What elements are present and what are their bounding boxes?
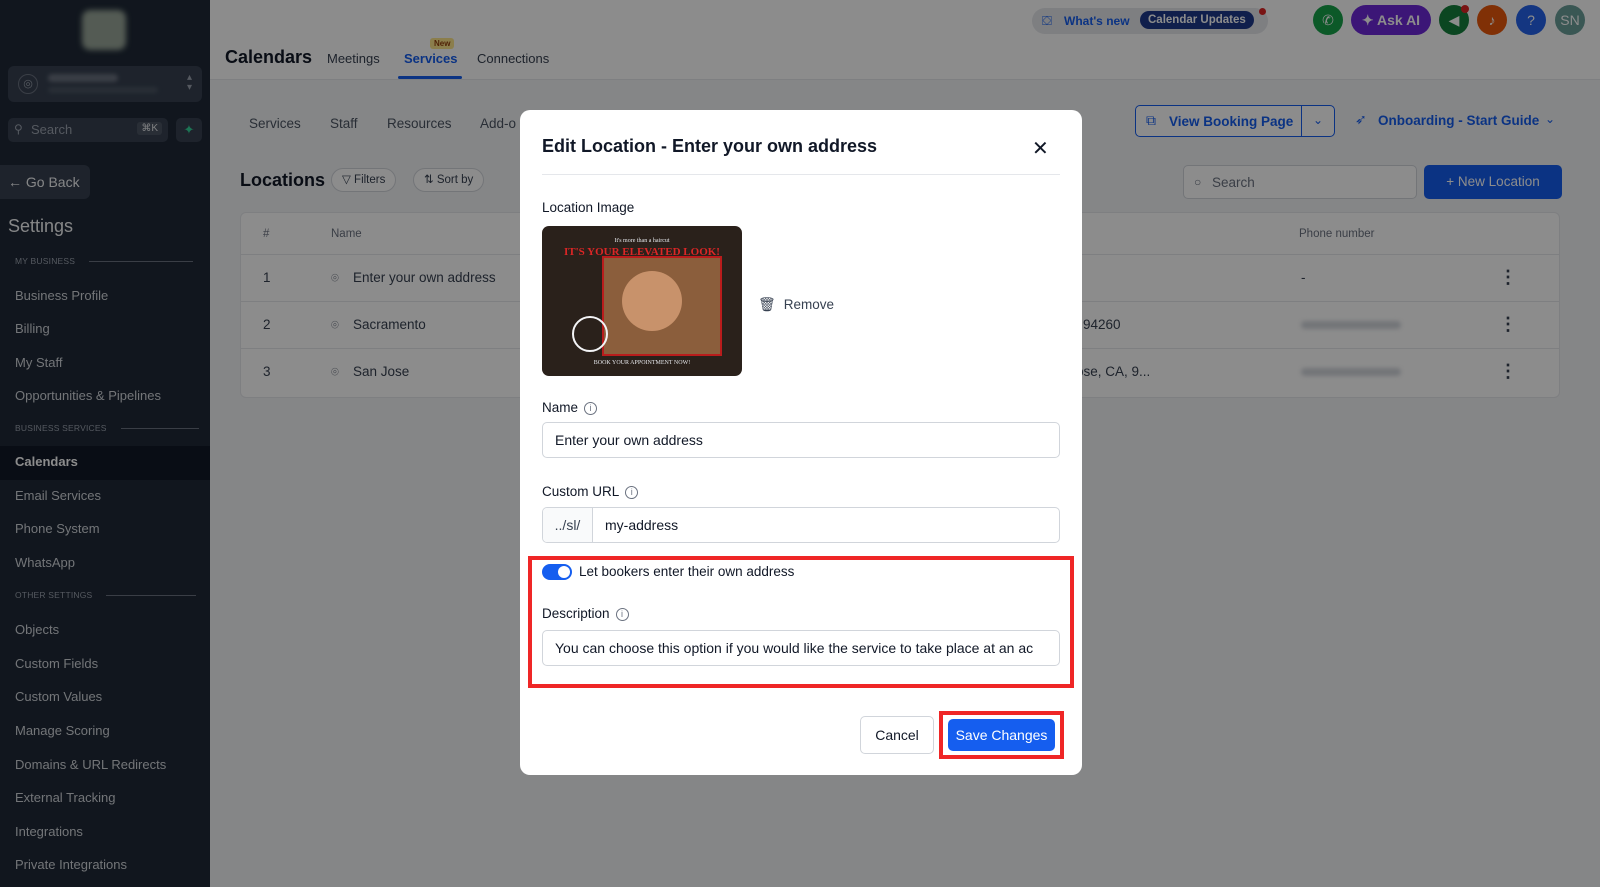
highlight-box-address-section bbox=[528, 556, 1074, 688]
location-image-label: Location Image bbox=[542, 200, 635, 215]
custom-url-prefix: ../sl/ bbox=[543, 508, 593, 542]
image-caption-top: It's more than a haircut bbox=[614, 238, 670, 244]
image-caption-bottom: BOOK YOUR APPOINTMENT NOW! bbox=[593, 360, 691, 366]
name-input[interactable]: Enter your own address bbox=[542, 422, 1060, 458]
remove-image-button[interactable]: 🗑 Remove bbox=[758, 296, 834, 313]
save-changes-button[interactable]: Save Changes bbox=[948, 719, 1055, 751]
custom-url-input[interactable]: ../sl/ my-address bbox=[542, 507, 1060, 543]
location-image[interactable]: It's more than a haircut IT'S YOUR ELEVA… bbox=[542, 226, 742, 376]
close-icon[interactable]: ✕ bbox=[1032, 136, 1049, 161]
image-caption-main: IT'S YOUR ELEVATED LOOK! bbox=[564, 246, 720, 258]
name-label: Name i bbox=[542, 400, 598, 415]
custom-url-value: my-address bbox=[605, 517, 679, 533]
trash-icon: 🗑 bbox=[758, 296, 776, 312]
image-logo-ring bbox=[572, 316, 608, 352]
remove-label: Remove bbox=[783, 297, 835, 312]
custom-url-label: Custom URL i bbox=[542, 484, 639, 499]
info-icon[interactable]: i bbox=[584, 402, 598, 415]
image-subject bbox=[622, 271, 682, 331]
info-icon[interactable]: i bbox=[625, 486, 639, 499]
custom-url-label-text: Custom URL bbox=[542, 484, 620, 499]
name-label-text: Name bbox=[542, 400, 579, 415]
cancel-button[interactable]: Cancel bbox=[860, 716, 934, 754]
modal-title: Edit Location - Enter your own address bbox=[542, 136, 878, 156]
divider bbox=[542, 174, 1060, 175]
